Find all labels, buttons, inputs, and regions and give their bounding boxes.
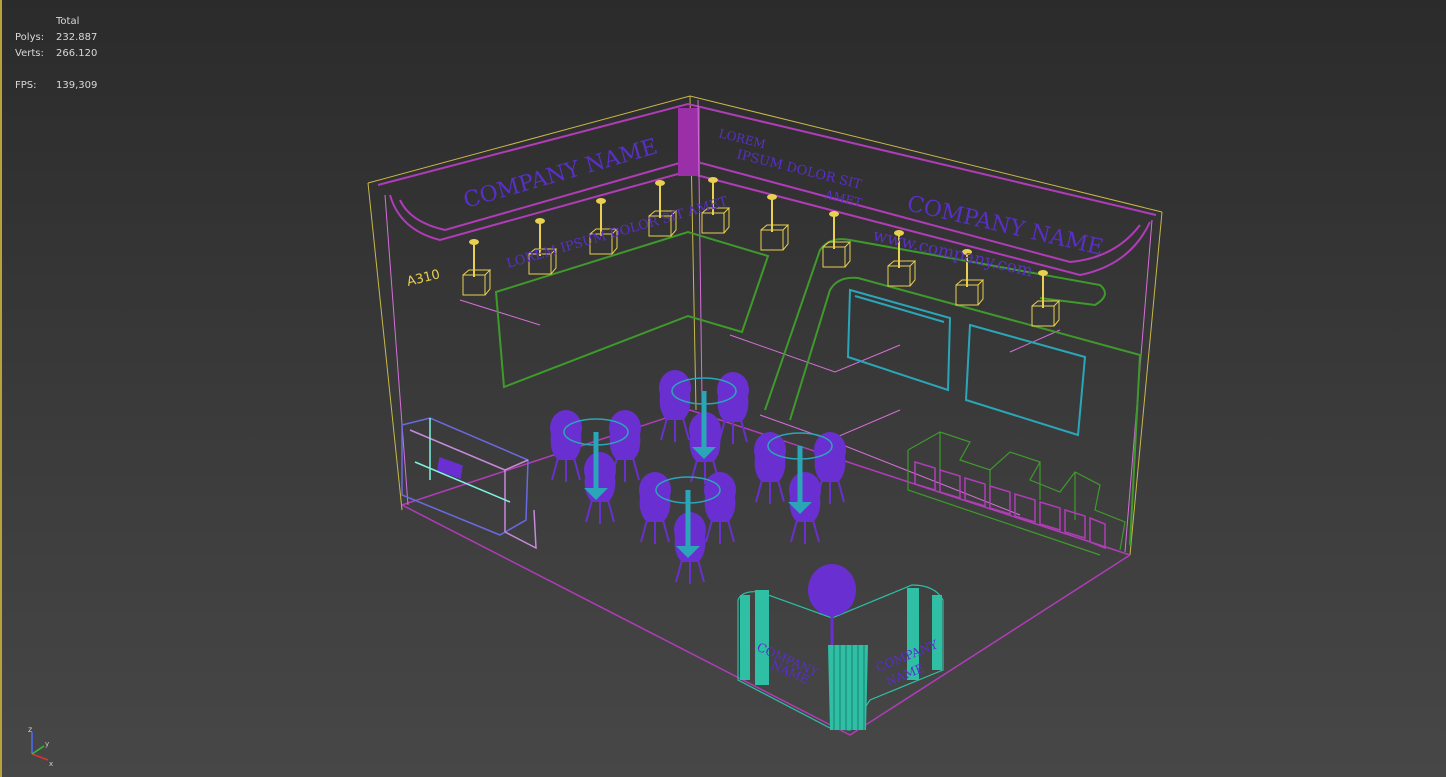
display-screens (846, 288, 1087, 437)
corner-column (678, 108, 700, 176)
perspective-viewport[interactable]: Total Polys: 232.887 Verts: 266.120 FPS:… (0, 0, 1446, 777)
axis-tripod-icon: z x y (28, 725, 53, 767)
axis-y-label: y (45, 740, 49, 748)
booth-wireframe-model[interactable]: A310 COMPANY NAME LOREM IPSUM DOLOR SIT … (0, 0, 1446, 777)
left-wall-title: COMPANY NAME (461, 134, 661, 213)
axis-z-label: z (28, 725, 32, 734)
shelf-bins (914, 460, 1106, 550)
left-wall-subtitle: LOREM IPSUM DOLOR SIT AMET (505, 194, 730, 272)
booth-number: A310 (405, 267, 441, 290)
shelf-unit (907, 431, 1126, 556)
axis-x-label: x (49, 760, 53, 767)
corner-text-2: IPSUM DOLOR SIT (735, 147, 863, 193)
